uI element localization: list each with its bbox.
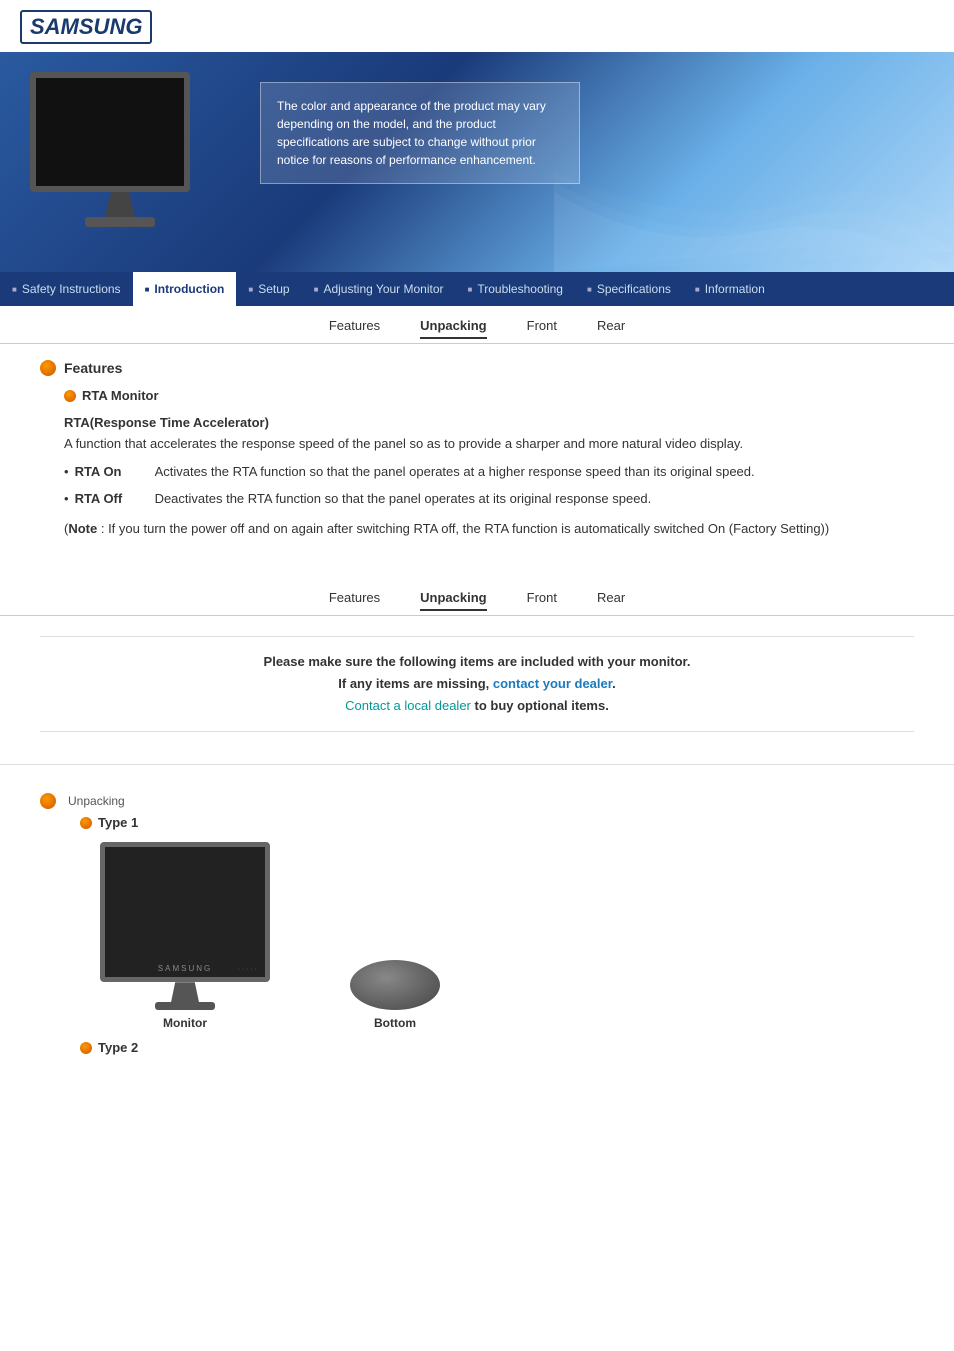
tab-unpacking[interactable]: Unpacking: [420, 318, 486, 339]
rta-bullet-list: • RTA On Activates the RTA function so t…: [64, 462, 914, 509]
nav-introduction[interactable]: Introduction: [133, 272, 237, 306]
unpacking-label: Unpacking: [68, 794, 125, 808]
page-header: SAMSUNG: [0, 0, 954, 44]
monitor-stand: [105, 192, 135, 217]
features-section: Features RTA Monitor RTA(Response Time A…: [0, 344, 954, 554]
monitor-screen: [30, 72, 190, 192]
section-divider: [0, 764, 954, 765]
unpacking-info-line1: Please make sure the following items are…: [60, 651, 894, 673]
nav-bar: Safety Instructions Introduction Setup A…: [0, 272, 954, 306]
features-icon: [40, 360, 56, 376]
tab-unpacking-bottom[interactable]: Unpacking: [420, 590, 486, 611]
nav-specifications[interactable]: Specifications: [575, 272, 683, 306]
rta-off-label: RTA Off: [75, 489, 155, 509]
rta-monitor-label: RTA Monitor: [82, 388, 159, 403]
tab-rear-bottom[interactable]: Rear: [597, 590, 625, 611]
rta-description: A function that accelerates the response…: [64, 434, 914, 454]
banner-text-box: The color and appearance of the product …: [260, 82, 580, 184]
monitor-illustration: SAMSUNG · · · · ·: [100, 842, 270, 1010]
rta-monitor-title: RTA Monitor: [64, 388, 914, 403]
nav-specifications-label: Specifications: [597, 282, 671, 296]
nav-troubleshooting[interactable]: Troubleshooting: [456, 272, 575, 306]
tab-front-bottom[interactable]: Front: [527, 590, 557, 611]
nav-safety-instructions[interactable]: Safety Instructions: [0, 272, 133, 306]
sub-tabs-top: Features Unpacking Front Rear: [0, 306, 954, 344]
banner: The color and appearance of the product …: [0, 52, 954, 272]
monitor-brand: SAMSUNG: [158, 964, 212, 973]
samsung-logo: SAMSUNG: [20, 10, 152, 44]
nav-adjusting[interactable]: Adjusting Your Monitor: [302, 272, 456, 306]
banner-monitor-illustration: [30, 72, 210, 232]
banner-text: The color and appearance of the product …: [277, 99, 546, 167]
unpacking-icon: [40, 793, 56, 809]
rta-monitor-subsection: RTA Monitor: [64, 388, 914, 403]
nav-setup-label: Setup: [258, 282, 289, 296]
features-title: Features: [40, 360, 914, 376]
banner-waves: [554, 92, 954, 272]
unpacking-info-line2: If any items are missing, contact your d…: [60, 673, 894, 695]
tab-features[interactable]: Features: [329, 318, 380, 339]
nav-safety-label: Safety Instructions: [22, 282, 121, 296]
type1-label: Type 1: [80, 815, 914, 830]
tab-rear[interactable]: Rear: [597, 318, 625, 339]
bullet-rta-off: • RTA Off Deactivates the RTA function s…: [64, 489, 914, 509]
nav-setup[interactable]: Setup: [236, 272, 301, 306]
nav-information[interactable]: Information: [683, 272, 777, 306]
features-title-text: Features: [64, 360, 122, 376]
monitor-label: Monitor: [100, 1016, 270, 1030]
type2-label: Type 2: [80, 1040, 914, 1055]
monitor-screen-illus: SAMSUNG · · · · ·: [100, 842, 270, 982]
monitor-illus-base: [155, 1002, 215, 1010]
bottom-label: Bottom: [350, 1016, 440, 1030]
monitor-images-row: SAMSUNG · · · · · Monitor Bottom: [100, 842, 914, 1030]
sub-tabs-bottom: Features Unpacking Front Rear: [0, 574, 954, 616]
rta-monitor-icon: [64, 390, 76, 402]
contact-local-dealer-link[interactable]: Contact a local dealer: [345, 698, 471, 713]
contact-dealer-link[interactable]: contact your dealer: [493, 676, 612, 691]
type2-text: Type 2: [98, 1040, 138, 1055]
type1-text: Type 1: [98, 815, 138, 830]
tab-features-bottom[interactable]: Features: [329, 590, 380, 611]
rta-main-title: RTA(Response Time Accelerator): [64, 415, 914, 430]
bottom-oval: [350, 960, 440, 1010]
nav-information-label: Information: [705, 282, 765, 296]
type2-icon: [80, 1042, 92, 1054]
nav-introduction-label: Introduction: [154, 282, 224, 296]
monitor-image-container: SAMSUNG · · · · · Monitor: [100, 842, 270, 1030]
unpacking-header: Unpacking: [40, 793, 914, 809]
nav-troubleshooting-label: Troubleshooting: [477, 282, 563, 296]
monitor-illus-stand: [171, 982, 199, 1002]
bottom-image-container: Bottom: [350, 960, 440, 1030]
unpacking-info-line3: Contact a local dealer to buy optional i…: [60, 695, 894, 717]
rta-on-label: RTA On: [75, 462, 155, 482]
bullet-rta-on: • RTA On Activates the RTA function so t…: [64, 462, 914, 482]
unpacking-info-box: Please make sure the following items are…: [40, 636, 914, 732]
note-bold: Note: [68, 521, 97, 536]
tab-front[interactable]: Front: [527, 318, 557, 339]
type1-icon: [80, 817, 92, 829]
rta-on-text: Activates the RTA function so that the p…: [155, 462, 914, 482]
monitor-dots: · · · · ·: [238, 966, 257, 973]
note-text: (Note : If you turn the power off and on…: [64, 519, 914, 539]
note-content: : If you turn the power off and on again…: [97, 521, 825, 536]
unpacking-section: Unpacking Type 1 SAMSUNG · · · · · Monit…: [0, 781, 954, 1079]
nav-adjusting-label: Adjusting Your Monitor: [323, 282, 443, 296]
bullet-dot-2: •: [64, 489, 69, 509]
monitor-base: [85, 217, 155, 227]
bullet-dot-1: •: [64, 462, 69, 482]
rta-off-text: Deactivates the RTA function so that the…: [155, 489, 914, 509]
